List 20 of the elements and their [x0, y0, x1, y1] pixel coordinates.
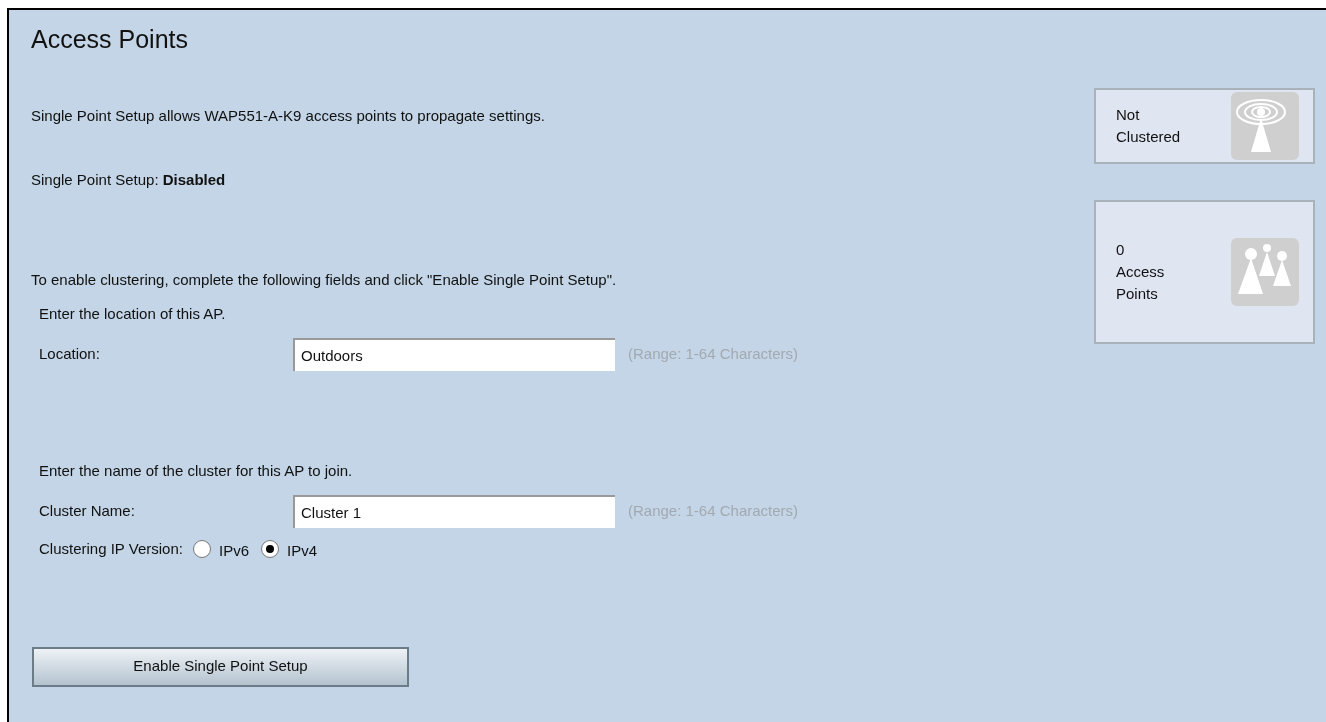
- radio-button[interactable]: [261, 540, 279, 559]
- field-label: Location:: [39, 344, 101, 365]
- section-heading: Enter the location of this AP.: [39, 304, 227, 324]
- status-text: Single Point Setup: Disabled: [31, 170, 227, 190]
- antenna-icon: [1231, 92, 1299, 160]
- card-text: Not Clustered: [1116, 105, 1181, 147]
- text-field[interactable]: Outdoors: [293, 338, 615, 371]
- radio-label: IPv6: [218, 541, 249, 561]
- radio-button[interactable]: [192, 540, 211, 559]
- page-title: Access Points: [31, 24, 189, 54]
- field-label: Cluster Name:: [39, 501, 136, 522]
- text-field[interactable]: Cluster 1: [293, 495, 615, 528]
- radio-label: IPv4: [287, 541, 317, 561]
- people-icon: [1231, 238, 1299, 306]
- intro-text: Single Point Setup allows WAP551-A-K9 access points to propagate settings.: [31, 106, 546, 126]
- card-text: 0 Access Points: [1116, 240, 1165, 304]
- enable-button[interactable]: Enable Single Point Setup: [32, 646, 409, 687]
- instructions-text: To enable clustering, complete the following fields and click "Enable Single Point Setup".: [31, 270, 618, 290]
- section-heading: Enter the name of the cluster for this AP to join.: [39, 461, 354, 481]
- field-label: Clustering IP Version:: [39, 539, 183, 559]
